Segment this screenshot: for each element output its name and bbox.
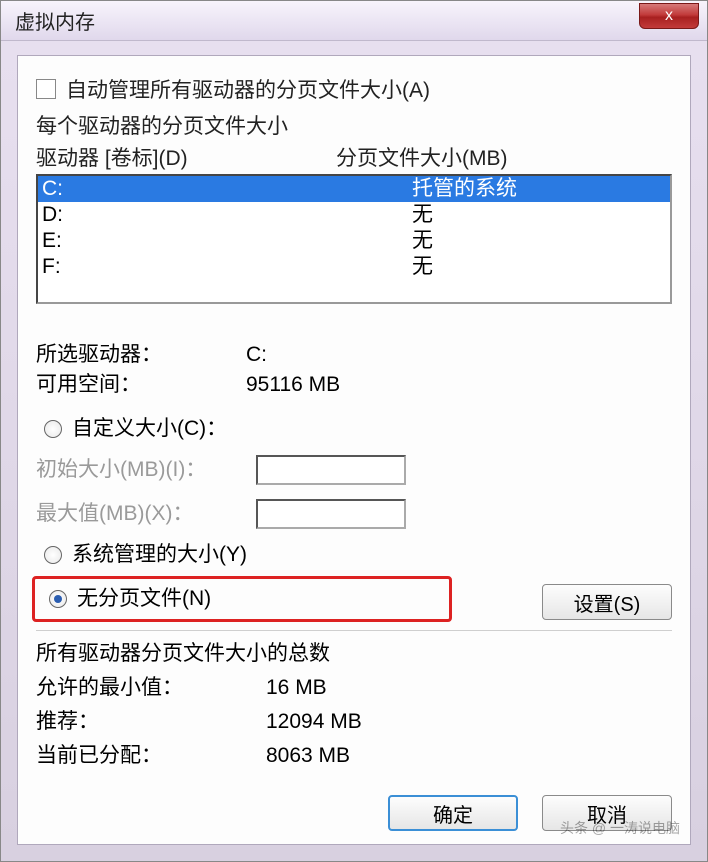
list-item[interactable]: D: 无 bbox=[38, 202, 670, 228]
max-size-label: 最大值(MB)(X)： bbox=[36, 492, 256, 536]
titlebar: 虚拟内存 x bbox=[1, 1, 707, 41]
drive-status: 托管的系统 bbox=[412, 176, 666, 202]
radio-icon bbox=[44, 420, 62, 438]
list-item[interactable]: F: 无 bbox=[38, 254, 670, 280]
auto-manage-checkbox[interactable] bbox=[36, 79, 56, 99]
max-size-input[interactable] bbox=[256, 499, 406, 529]
min-label: 允许的最小值： bbox=[36, 671, 266, 705]
rec-value: 12094 MB bbox=[266, 705, 362, 739]
per-drive-title: 每个驱动器的分页文件大小 bbox=[36, 110, 672, 140]
close-button[interactable]: x bbox=[639, 3, 699, 29]
auto-manage-label: 自动管理所有驱动器的分页文件大小(A) bbox=[66, 74, 430, 104]
column-headers: 驱动器 [卷标](D) 分页文件大小(MB) bbox=[36, 142, 672, 172]
selected-drive-label: 所选驱动器： bbox=[36, 340, 246, 370]
window-title: 虚拟内存 bbox=[9, 6, 95, 35]
set-button[interactable]: 设置(S) bbox=[542, 584, 672, 620]
client-area: 自动管理所有驱动器的分页文件大小(A) 每个驱动器的分页文件大小 驱动器 [卷标… bbox=[17, 55, 691, 845]
watermark: 头条 @ 一涛说电脑 bbox=[560, 818, 680, 838]
no-paging-option[interactable]: 无分页文件(N) bbox=[41, 583, 211, 615]
rec-label: 推荐： bbox=[36, 705, 266, 739]
totals-section: 允许的最小值： 16 MB 推荐： 12094 MB 当前已分配： 8063 M… bbox=[36, 671, 672, 773]
auto-manage-row: 自动管理所有驱动器的分页文件大小(A) bbox=[36, 74, 672, 104]
initial-size-input[interactable] bbox=[256, 455, 406, 485]
virtual-memory-dialog: 虚拟内存 x 自动管理所有驱动器的分页文件大小(A) 每个驱动器的分页文件大小 … bbox=[0, 0, 708, 862]
min-value: 16 MB bbox=[266, 671, 327, 705]
no-paging-label: 无分页文件(N) bbox=[77, 585, 211, 613]
free-space-value: 95116 MB bbox=[246, 370, 340, 400]
drive-letter: E: bbox=[42, 228, 412, 254]
drive-letter: F: bbox=[42, 254, 412, 280]
col-drive: 驱动器 [卷标](D) bbox=[36, 142, 336, 172]
totals-title: 所有驱动器分页文件大小的总数 bbox=[36, 637, 672, 667]
drive-status: 无 bbox=[412, 254, 666, 280]
ok-button-label: 确定 bbox=[433, 799, 473, 828]
drive-letter: D: bbox=[42, 202, 412, 228]
free-space-label: 可用空间： bbox=[36, 370, 246, 400]
drive-status: 无 bbox=[412, 228, 666, 254]
list-item[interactable]: C: 托管的系统 bbox=[38, 176, 670, 202]
col-size: 分页文件大小(MB) bbox=[336, 142, 672, 172]
drive-listbox[interactable]: C: 托管的系统 D: 无 E: 无 F: 无 bbox=[36, 174, 672, 304]
radio-icon bbox=[44, 546, 62, 564]
cur-value: 8063 MB bbox=[266, 739, 350, 773]
system-managed-label: 系统管理的大小(Y) bbox=[72, 538, 247, 572]
close-icon: x bbox=[665, 7, 673, 25]
drive-letter: C: bbox=[42, 176, 412, 202]
drive-status: 无 bbox=[412, 202, 666, 228]
list-item[interactable]: E: 无 bbox=[38, 228, 670, 254]
selected-drive-info: 所选驱动器： C: 可用空间： 95116 MB bbox=[36, 340, 672, 400]
ok-button[interactable]: 确定 bbox=[388, 795, 518, 831]
divider bbox=[36, 630, 672, 631]
custom-size-option[interactable]: 自定义大小(C)： bbox=[36, 410, 672, 448]
highlighted-option: 无分页文件(N) bbox=[32, 576, 452, 622]
initial-size-label: 初始大小(MB)(I)： bbox=[36, 448, 256, 492]
cur-label: 当前已分配： bbox=[36, 739, 266, 773]
set-button-label: 设置(S) bbox=[574, 588, 641, 617]
system-managed-option[interactable]: 系统管理的大小(Y) bbox=[36, 536, 672, 574]
custom-size-label: 自定义大小(C)： bbox=[72, 412, 227, 446]
selected-drive-value: C: bbox=[246, 340, 267, 370]
radio-icon bbox=[49, 590, 67, 608]
